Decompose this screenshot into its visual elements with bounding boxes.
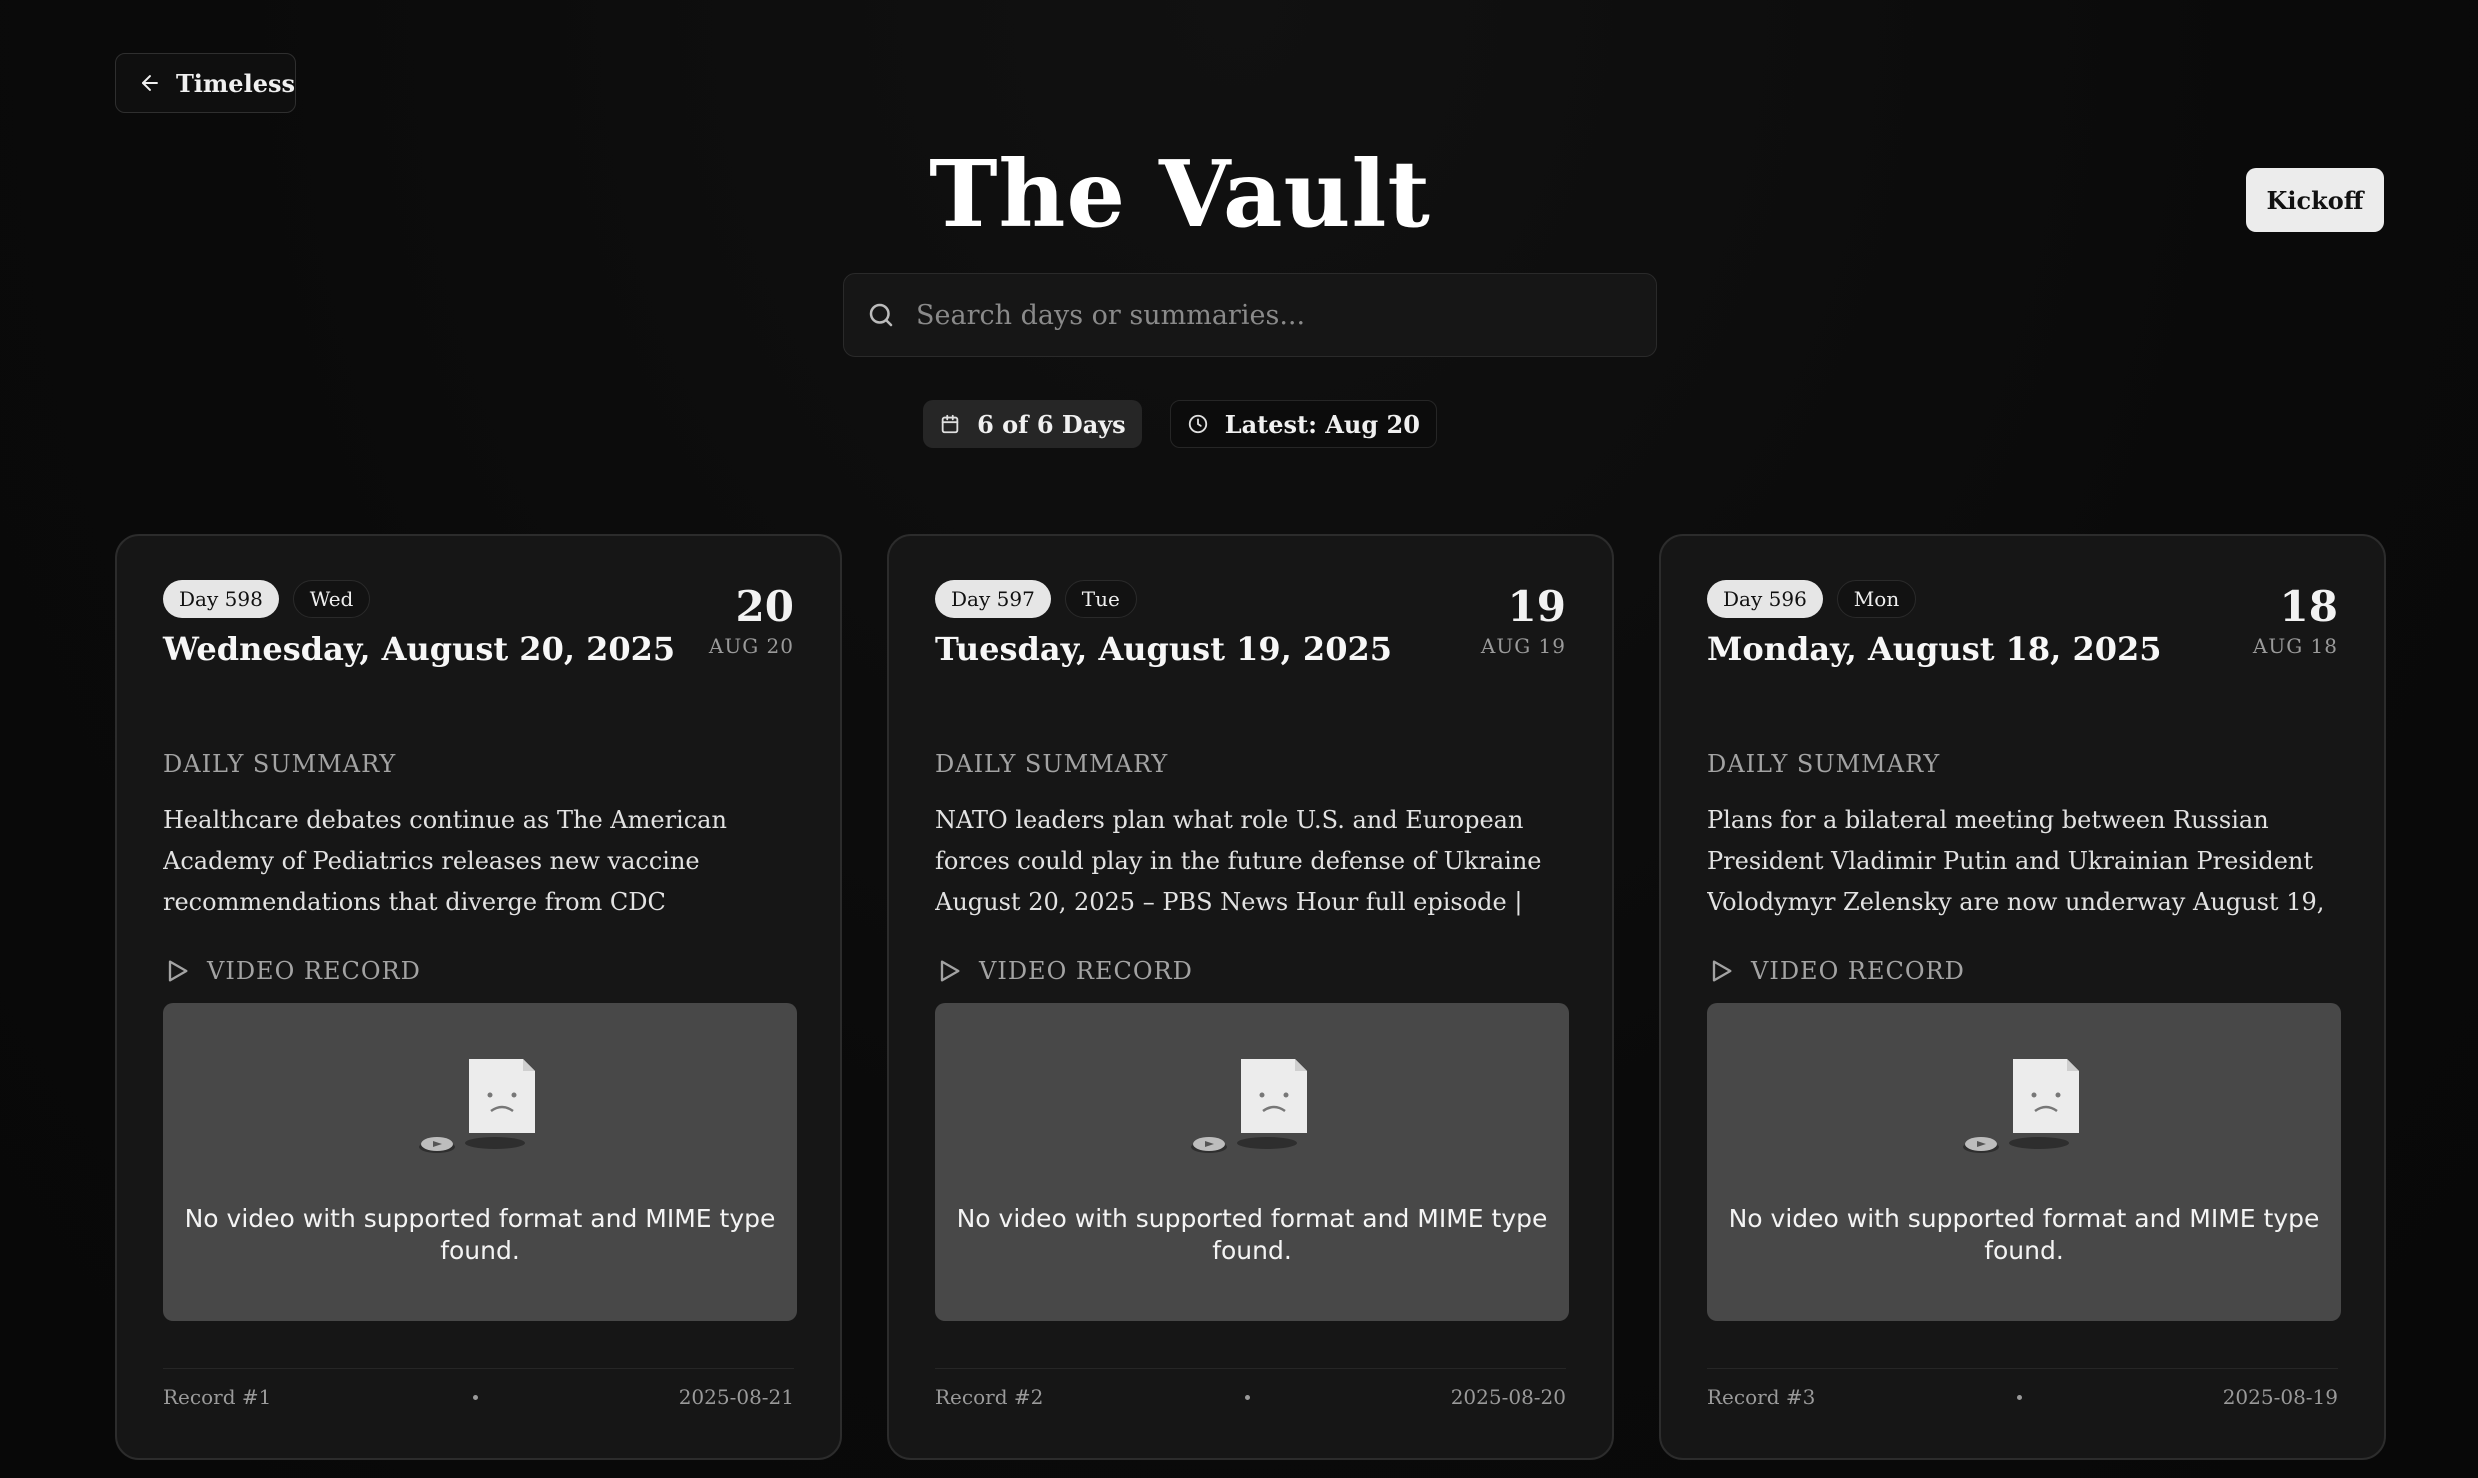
weekday-badge: Tue (1064, 580, 1137, 618)
calendar-icon (941, 414, 959, 434)
card-footer: Record #3 2025-08-19 (1707, 1368, 2338, 1409)
summary-text: NATO leaders plan what role U.S. and Eur… (935, 806, 1542, 916)
video-player[interactable]: No video with supported format and MIME … (1707, 1003, 2341, 1321)
video-record-label: VIDEO RECORD (1707, 957, 2338, 985)
day-number: 20 (735, 582, 794, 631)
card-footer: Record #2 2025-08-20 (935, 1368, 1566, 1409)
summary-text: Plans for a bilateral meeting between Ru… (1707, 806, 2325, 916)
day-card[interactable]: Day 596 Mon Monday, August 18, 2025 18 A… (1659, 534, 2386, 1460)
summary-label: DAILY SUMMARY (935, 750, 1169, 778)
video-error-message: No video with supported format and MIME … (184, 1204, 776, 1265)
record-number: Record #2 (935, 1385, 1044, 1409)
record-date: 2025-08-20 (1450, 1385, 1566, 1409)
latest-badge: Latest: Aug 20 (1169, 400, 1437, 448)
latest-text: Latest: Aug 20 (1224, 409, 1420, 439)
page-title: The Vault (929, 140, 1431, 248)
day-badge: Day 597 (935, 580, 1051, 618)
weekday-badge: Wed (292, 580, 371, 618)
search-icon (869, 303, 893, 327)
separator-dot (1244, 1394, 1250, 1400)
clock-icon (1188, 414, 1207, 434)
day-card[interactable]: Day 598 Wed Wednesday, August 20, 2025 2… (115, 534, 842, 1460)
arrow-left-icon (141, 75, 158, 91)
weekday-badge: Mon (1836, 580, 1917, 618)
days-count-text: 6 of 6 Days (977, 409, 1126, 439)
video-record-label: VIDEO RECORD (163, 957, 794, 985)
card-date: Monday, August 18, 2025 (1707, 630, 2162, 668)
day-badge: Day 596 (1707, 580, 1823, 618)
video-error-message: No video with supported format and MIME … (1728, 1204, 2320, 1265)
video-record-label: VIDEO RECORD (935, 957, 1566, 985)
broken-file-icon (419, 1059, 535, 1153)
day-badge: Day 598 (163, 580, 279, 618)
day-cards: Day 598 Wed Wednesday, August 20, 2025 2… (115, 534, 2386, 1460)
month-day: AUG 20 (708, 634, 794, 659)
play-icon (1712, 960, 1732, 982)
vault-page: Timeless The Vault Kickoff 6 of 6 Days L… (0, 0, 2478, 1478)
record-date: 2025-08-21 (678, 1385, 794, 1409)
day-number: 19 (1507, 582, 1566, 631)
days-count-badge: 6 of 6 Days (923, 400, 1142, 448)
back-button-label: Timeless (175, 68, 295, 98)
play-icon (940, 960, 960, 982)
record-date: 2025-08-19 (2222, 1385, 2338, 1409)
search-bar[interactable] (843, 273, 1657, 357)
search-input[interactable] (916, 299, 1656, 331)
play-icon (168, 960, 188, 982)
back-button[interactable]: Timeless (115, 53, 296, 113)
card-date: Wednesday, August 20, 2025 (163, 630, 676, 668)
day-number: 18 (2279, 582, 2338, 631)
summary-text: Healthcare debates continue as The Ameri… (163, 806, 727, 916)
card-footer: Record #1 2025-08-21 (163, 1368, 794, 1409)
separator-dot (2016, 1394, 2022, 1400)
separator-dot (472, 1394, 478, 1400)
summary-label: DAILY SUMMARY (163, 750, 397, 778)
month-day: AUG 19 (1480, 634, 1566, 659)
month-day: AUG 18 (2252, 634, 2338, 659)
video-player[interactable]: No video with supported format and MIME … (163, 1003, 797, 1321)
record-number: Record #3 (1707, 1385, 1816, 1409)
video-error-message: No video with supported format and MIME … (956, 1204, 1548, 1265)
day-card[interactable]: Day 597 Tue Tuesday, August 19, 2025 19 … (887, 534, 1614, 1460)
kickoff-button[interactable]: Kickoff (2246, 168, 2384, 232)
broken-file-icon (1191, 1059, 1307, 1153)
summary-label: DAILY SUMMARY (1707, 750, 1941, 778)
stats-row: 6 of 6 Days Latest: Aug 20 (0, 400, 2360, 448)
record-number: Record #1 (163, 1385, 272, 1409)
card-date: Tuesday, August 19, 2025 (935, 630, 1392, 668)
broken-file-icon (1963, 1059, 2079, 1153)
video-player[interactable]: No video with supported format and MIME … (935, 1003, 1569, 1321)
